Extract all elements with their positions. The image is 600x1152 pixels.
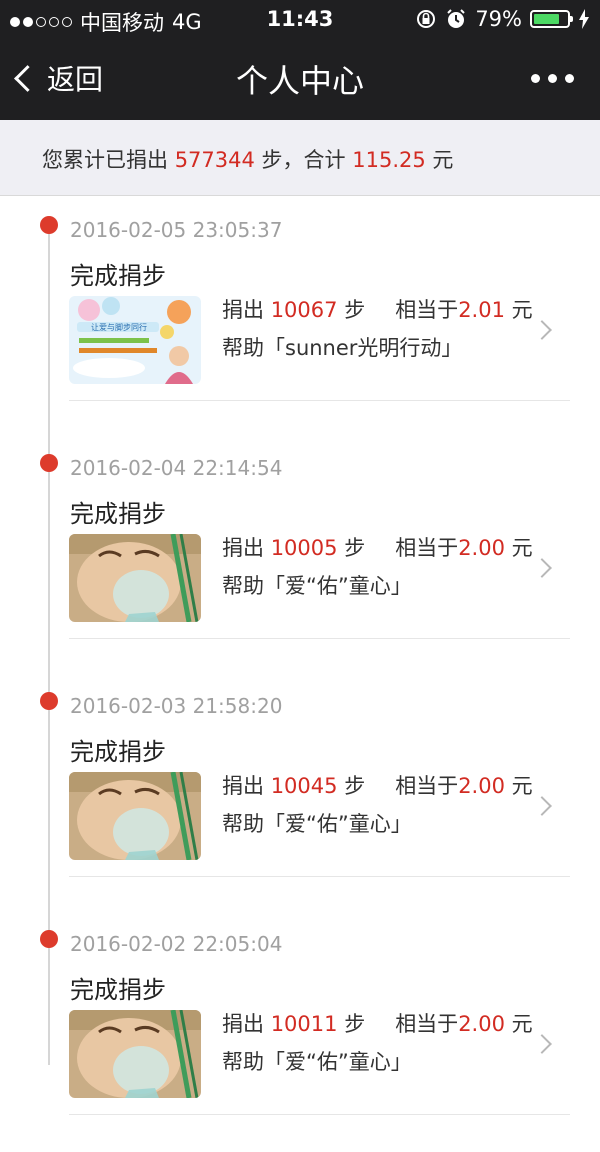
- record-steps-line: 捐出 10067 步 相当于2.01 元: [222, 294, 533, 324]
- timeline-dot: [40, 692, 58, 710]
- record-amount: 2.00: [458, 774, 505, 798]
- baby-oxygen-mask-image[interactable]: [69, 772, 201, 860]
- more-options-button[interactable]: [531, 74, 574, 83]
- summary-prefix: 您累计已捐出: [42, 148, 168, 172]
- donate-label: 捐出: [222, 536, 264, 560]
- battery-icon: [530, 10, 573, 28]
- record-steps: 10067: [270, 298, 338, 322]
- equiv-label: 相当于: [395, 536, 459, 560]
- campaign-thumbnail: [69, 534, 201, 622]
- summary-steps-unit: 步，合计: [261, 148, 346, 172]
- amount-unit: 元: [511, 1012, 533, 1036]
- record-help-text: 帮助「爱“佑”童心」: [222, 812, 412, 836]
- record-amount: 2.00: [458, 1012, 505, 1036]
- timeline-dot: [40, 216, 58, 234]
- record-status: 完成捐步: [70, 976, 166, 1004]
- record-help-text: 帮助「sunner光明行动」: [222, 336, 463, 360]
- record-time: 2016-02-02 22:05:04: [70, 932, 283, 956]
- baby-oxygen-mask-image[interactable]: [69, 1010, 201, 1098]
- record-steps-line: 捐出 10005 步 相当于2.00 元: [222, 532, 533, 562]
- chevron-right-icon[interactable]: [532, 1034, 552, 1054]
- divider: [69, 1114, 570, 1115]
- record-steps-line: 捐出 10011 步 相当于2.00 元: [222, 1008, 533, 1038]
- alarm-clock-icon: [447, 9, 466, 28]
- record-status: 完成捐步: [70, 500, 166, 528]
- amount-unit: 元: [511, 774, 533, 798]
- campaign-thumbnail: [69, 772, 201, 860]
- record-status: 完成捐步: [70, 262, 166, 290]
- record-steps: 10011: [270, 1012, 338, 1036]
- timeline-dot: [40, 454, 58, 472]
- equiv-label: 相当于: [395, 1012, 459, 1036]
- record-time: 2016-02-05 23:05:37: [70, 218, 283, 242]
- battery-fill: [534, 14, 559, 24]
- chevron-right-icon[interactable]: [532, 558, 552, 578]
- nav-bar: 返回 个人中心: [0, 38, 600, 120]
- record-steps: 10005: [270, 536, 338, 560]
- step-unit: 步: [344, 774, 366, 798]
- donation-record: 2016-02-02 22:05:04 完成捐步 捐出 10011 步 相当于2.…: [0, 914, 600, 1152]
- status-right: 79%: [415, 7, 590, 31]
- record-steps-line: 捐出 10045 步 相当于2.00 元: [222, 770, 533, 800]
- donation-record: 2016-02-05 23:05:37 完成捐步 让爱与脚步同行 捐出 1006…: [0, 200, 600, 438]
- divider: [69, 400, 570, 401]
- record-time: 2016-02-04 22:14:54: [70, 456, 283, 480]
- record-time: 2016-02-03 21:58:20: [70, 694, 283, 718]
- more-dot: [565, 74, 574, 83]
- donation-record: 2016-02-04 22:14:54 完成捐步 捐出 10005 步 相当于2.…: [0, 438, 600, 676]
- campaign-thumbnail-title: 让爱与脚步同行: [91, 322, 147, 332]
- more-dot: [548, 74, 557, 83]
- record-amount: 2.00: [458, 536, 505, 560]
- record-status: 完成捐步: [70, 738, 166, 766]
- orientation-lock-icon: [417, 10, 436, 28]
- status-bar: 中国移动 4G 11:43 79%: [0, 0, 600, 38]
- sunner-campaign-image[interactable]: 让爱与脚步同行: [69, 296, 201, 384]
- equiv-label: 相当于: [395, 298, 459, 322]
- summary-text: 您累计已捐出 577344 步，合计 115.25 元: [42, 144, 453, 174]
- record-help-text: 帮助「爱“佑”童心」: [222, 574, 412, 598]
- donation-summary: 您累计已捐出 577344 步，合计 115.25 元: [0, 120, 600, 196]
- battery-percentage: 79%: [475, 7, 522, 31]
- baby-oxygen-mask-image[interactable]: [69, 534, 201, 622]
- donation-record: 2016-02-03 21:58:20 完成捐步 捐出 10045 步 相当于2.…: [0, 676, 600, 914]
- total-steps: 577344: [174, 148, 255, 172]
- campaign-thumbnail: [69, 1010, 201, 1098]
- record-amount: 2.01: [458, 298, 505, 322]
- total-amount: 115.25: [352, 148, 426, 172]
- more-dot: [531, 74, 540, 83]
- step-unit: 步: [344, 1012, 366, 1036]
- chevron-right-icon[interactable]: [532, 796, 552, 816]
- amount-unit: 元: [511, 536, 533, 560]
- record-help-text: 帮助「爱“佑”童心」: [222, 1050, 412, 1074]
- record-steps: 10045: [270, 774, 338, 798]
- equiv-label: 相当于: [395, 774, 459, 798]
- chevron-right-icon[interactable]: [532, 320, 552, 340]
- charging-bolt-icon: [579, 9, 589, 29]
- step-unit: 步: [344, 298, 366, 322]
- donate-label: 捐出: [222, 774, 264, 798]
- timeline-dot: [40, 930, 58, 948]
- page-title: 个人中心: [235, 62, 364, 100]
- divider: [69, 638, 570, 639]
- donate-label: 捐出: [222, 1012, 264, 1036]
- divider: [69, 876, 570, 877]
- summary-amount-unit: 元: [432, 148, 454, 172]
- step-unit: 步: [344, 536, 366, 560]
- campaign-thumbnail: 让爱与脚步同行: [69, 296, 201, 384]
- donate-label: 捐出: [222, 298, 264, 322]
- amount-unit: 元: [511, 298, 533, 322]
